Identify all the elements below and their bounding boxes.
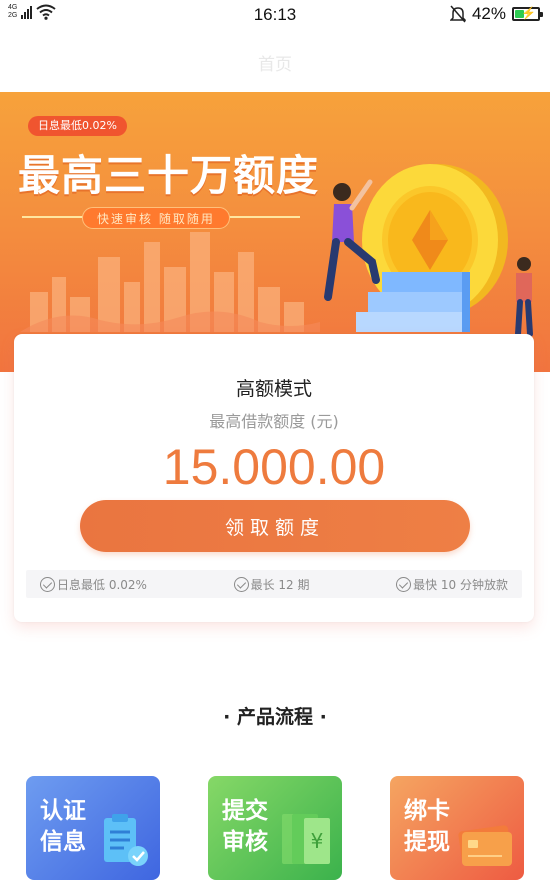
svg-text:¥: ¥	[311, 829, 324, 853]
step-label: 提交 审核	[222, 796, 282, 858]
feature-label: 最长 12 期	[250, 577, 310, 592]
loan-amount: 15.000.00	[162, 439, 386, 495]
promo-banner[interactable]: 日息最低0.02% 最高三十万额度 快速审核 随取随用	[0, 92, 550, 372]
charging-bolt-icon: ⚡	[521, 6, 536, 20]
process-steps: 认证 信息 提交 审核 ¥ 绑卡 提现	[0, 776, 550, 880]
step-label: 绑卡 提现	[404, 796, 464, 858]
banner-divider-left	[22, 216, 84, 218]
step-label-line1: 认证	[40, 798, 86, 824]
status-right: 42% ⚡	[449, 4, 543, 24]
city-skyline-illustration	[20, 232, 320, 332]
banner-subline: 快速审核 随取随用	[82, 207, 230, 229]
status-bar: 4G 2G 16:13 42% ⚡	[0, 0, 550, 30]
battery-icon: ⚡	[512, 6, 543, 21]
card-title: 高额模式	[235, 378, 312, 400]
step-label-line2: 审核	[222, 829, 268, 855]
rate-pill: 日息最低0.02%	[28, 116, 127, 136]
feature-bar: 日息最低 0.02% 最长 12 期 最快 10 分钟放款	[26, 570, 522, 598]
feature-item: 最长 12 期	[233, 576, 310, 593]
feature-label: 日息最低 0.02%	[57, 577, 147, 592]
claim-quota-button[interactable]: 领取额度	[80, 500, 470, 552]
feature-item: 最快 10 分钟放款	[396, 576, 508, 593]
bank-card-icon	[458, 825, 512, 866]
page-title: 首页	[258, 55, 292, 75]
feature-item: 日息最低 0.02%	[40, 576, 147, 593]
check-circle-icon	[40, 576, 55, 592]
nav-bar: 首页	[0, 30, 550, 92]
mute-bell-icon	[449, 5, 466, 23]
card-subtitle: 最高借款额度 (元)	[209, 412, 339, 431]
check-circle-icon	[233, 576, 249, 592]
step-label-line1: 绑卡	[404, 798, 450, 824]
step-bind-card[interactable]: 绑卡 提现	[390, 776, 524, 880]
clipboard-check-icon	[104, 814, 148, 866]
process-title: · 产品流程 ·	[223, 706, 327, 728]
banknote-icon: ¥	[282, 814, 330, 864]
step-label: 认证 信息	[40, 796, 100, 858]
battery-percent: 42%	[471, 4, 506, 23]
step-label-line1: 提交	[222, 798, 268, 824]
feature-label: 最快 10 分钟放款	[413, 577, 508, 592]
step-label-line2: 信息	[40, 829, 86, 855]
check-circle-icon	[396, 576, 412, 592]
step-label-line2: 提现	[404, 829, 450, 855]
loan-card: 高额模式 最高借款额度 (元) 15.000.00 领取额度 日息最低 0.02…	[14, 334, 534, 622]
banner-divider-right	[228, 216, 300, 218]
banner-headline: 最高三十万额度	[18, 151, 320, 200]
step-submit-review[interactable]: 提交 审核 ¥	[208, 776, 342, 880]
step-verify-info[interactable]: 认证 信息	[26, 776, 160, 880]
